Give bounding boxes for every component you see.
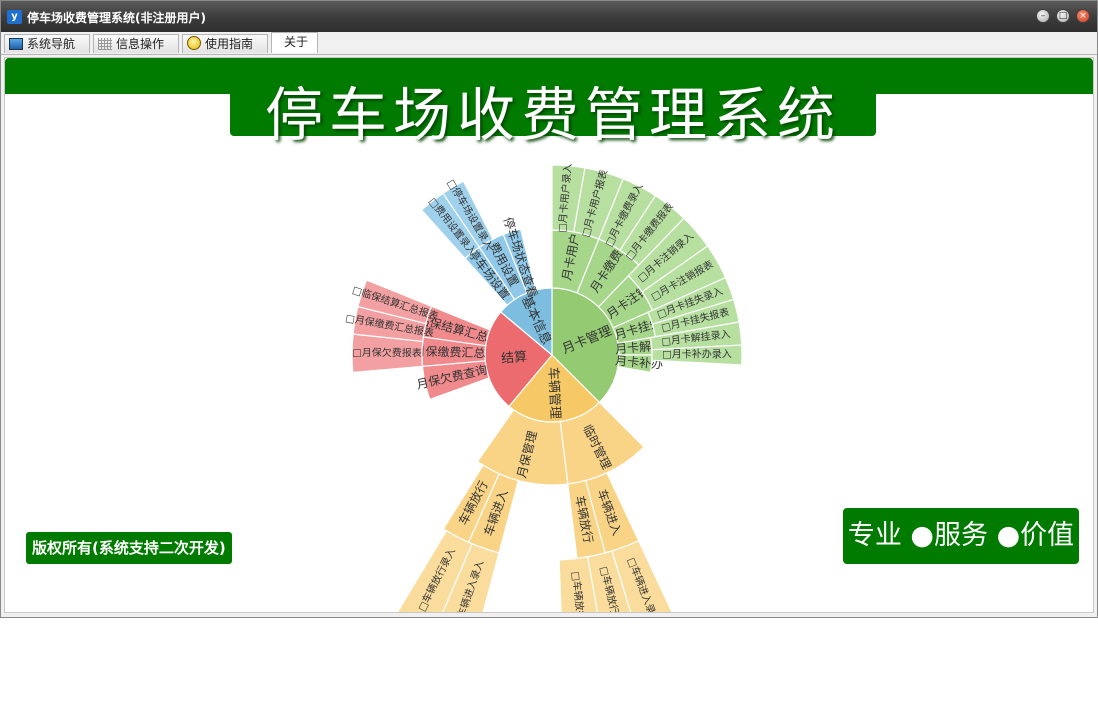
grid-icon [98, 38, 112, 50]
close-button[interactable]: × [1076, 9, 1090, 23]
tab-info-ops[interactable]: 信息操作 [93, 34, 179, 53]
sunburst-ring2-label: 月保缴费汇总 [413, 343, 485, 360]
main-panel: 停车场收费管理系统 月卡管理 车辆管理 结算 基本信息 月卡用户 月卡缴费 月卡注销 月卡挂失… [4, 57, 1094, 613]
tab-label: 系统导航 [27, 37, 76, 51]
monitor-icon [9, 38, 23, 50]
maximize-button[interactable]: □ [1056, 9, 1070, 23]
tab-system-nav[interactable]: 系统导航 [4, 34, 90, 53]
sunburst-ring3-label: □月保欠费报表 [352, 346, 422, 360]
tab-user-guide[interactable]: 使用指南 [182, 34, 268, 53]
tab-label: 关于 [284, 35, 309, 49]
minimize-button[interactable]: – [1036, 9, 1050, 23]
tab-label: 信息操作 [116, 37, 165, 51]
app-window: y 停车场收费管理系统(非注册用户) – □ × 系统导航 信息操作 使用指南 … [0, 0, 1098, 618]
sunburst-ring1-label: 结算 [501, 350, 528, 367]
sunburst-ring3-label: □月卡补办录入 [662, 348, 731, 361]
tab-strip: 系统导航 信息操作 使用指南 关于 [1, 32, 1097, 55]
title-bar[interactable]: y 停车场收费管理系统(非注册用户) – □ × [1, 1, 1097, 32]
sunburst-ring1-label: 车辆管理 [545, 367, 563, 420]
slogan-badge: 专业 ●服务 ●价值 [843, 508, 1079, 564]
lightbulb-icon [187, 36, 201, 50]
tab-about[interactable]: 关于 [271, 32, 318, 53]
copyright-badge: 版权所有(系统支持二次开发) [26, 532, 232, 564]
tab-label: 使用指南 [205, 37, 254, 51]
app-logo-icon: y [7, 10, 22, 24]
window-title: 停车场收费管理系统(非注册用户) [27, 11, 206, 25]
